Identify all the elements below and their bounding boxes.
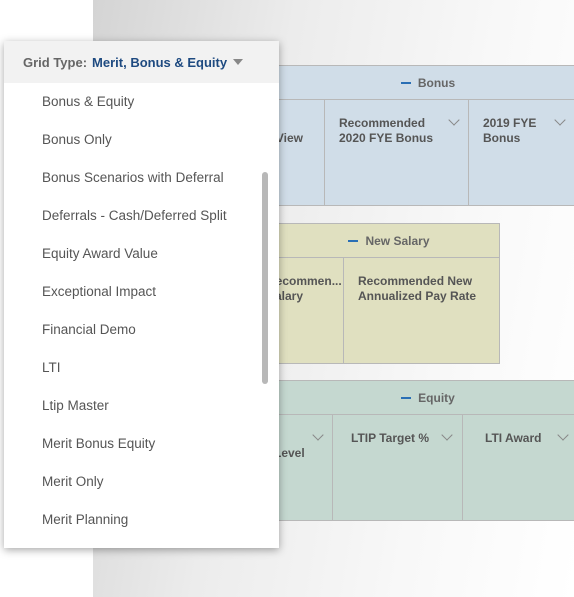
grid-type-label: Grid Type: (23, 54, 88, 70)
option-bonus-scenarios-deferral[interactable]: Bonus Scenarios with Deferral (4, 159, 279, 197)
group-title: Bonus (417, 75, 456, 90)
option-bonus-only[interactable]: Bonus Only (4, 121, 279, 159)
equity-group-header[interactable]: Equity (279, 381, 574, 415)
option-merit-bonus-equity[interactable]: Merit Bonus Equity (4, 425, 279, 463)
dropdown-scrollbar[interactable] (262, 172, 268, 384)
chevron-down-icon[interactable] (448, 114, 460, 126)
grid-type-selector[interactable]: Grid Type: Merit, Bonus & Equity (4, 41, 279, 83)
column-header-view[interactable]: View (276, 100, 325, 205)
bonus-group-header[interactable]: Bonus (279, 66, 574, 100)
bonus-column-group: Bonus View Recommended 2020 FYE Bonus 20… (276, 65, 574, 206)
group-title: Equity (418, 390, 455, 405)
option-ltip-master[interactable]: Ltip Master (4, 387, 279, 425)
option-exceptional-impact[interactable]: Exceptional Impact (4, 273, 279, 311)
group-title: New Salary (365, 233, 430, 248)
grid-type-dropdown[interactable]: Grid Type: Merit, Bonus & Equity Bonus &… (4, 41, 279, 548)
option-merit-planning[interactable]: Merit Planning (4, 501, 279, 539)
column-header-level[interactable]: Level (279, 415, 332, 520)
option-merit-only[interactable]: Merit Only (4, 463, 279, 501)
option-lti[interactable]: LTI (4, 349, 279, 387)
grid-type-options-list: Bonus & Equity Bonus Only Bonus Scenario… (4, 83, 279, 539)
caret-down-icon[interactable] (233, 59, 244, 65)
column-header-annualized-pay-rate[interactable]: Recommended New Annualized Pay Rate (343, 258, 501, 363)
option-equity-award-value[interactable]: Equity Award Value (4, 235, 279, 273)
chevron-down-icon[interactable] (312, 429, 324, 441)
option-financial-demo[interactable]: Financial Demo (4, 311, 279, 349)
column-header-2019-bonus[interactable]: 2019 FYE Bonus (468, 100, 574, 205)
new-salary-column-group: New Salary Recommen... Salary Recommende… (278, 223, 500, 364)
option-deferrals-split[interactable]: Deferrals - Cash/Deferred Split (4, 197, 279, 235)
collapse-icon[interactable] (348, 239, 359, 242)
equity-column-group: Equity Level LTIP Target % LTI Award (278, 380, 574, 521)
column-header-recommended-bonus[interactable]: Recommended 2020 FYE Bonus (324, 100, 468, 205)
grid-type-selected-value: Merit, Bonus & Equity (92, 54, 228, 70)
chevron-down-icon[interactable] (554, 114, 566, 126)
column-header-lti-award[interactable]: LTI Award (462, 415, 574, 520)
new-salary-group-header[interactable]: New Salary (279, 224, 499, 258)
collapse-icon[interactable] (400, 81, 411, 84)
collapse-icon[interactable] (401, 396, 412, 399)
option-bonus-equity[interactable]: Bonus & Equity (4, 83, 279, 121)
column-header-ltip-target[interactable]: LTIP Target % (332, 415, 462, 520)
column-header-recommended-salary[interactable]: Recommen... Salary (279, 258, 343, 363)
